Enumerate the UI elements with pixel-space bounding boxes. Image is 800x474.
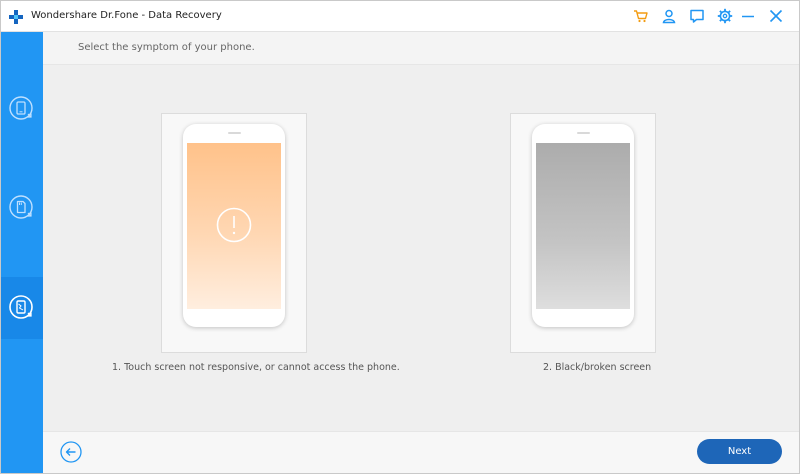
recover-broken-icon[interactable] [8,294,36,322]
feedback-icon[interactable] [689,8,705,24]
next-button[interactable]: Next [697,439,782,464]
option-touch-unresponsive[interactable] [161,113,307,353]
app-window: Wondershare Dr.Fone - Data Recovery Sele… [0,0,800,474]
footer-bar: Next [43,431,799,473]
minimize-icon[interactable] [740,8,756,24]
phone-illustration [532,124,634,327]
alert-circle-icon [216,207,252,243]
settings-icon[interactable] [717,8,733,24]
cart-icon[interactable] [633,8,649,24]
recover-device-icon[interactable] [8,95,36,123]
page-prompt: Select the symptom of your phone. [78,42,255,53]
phone-screen-orange [187,143,281,309]
option-label-2: 2. Black/broken screen [543,362,652,373]
recover-sd-icon[interactable] [8,194,36,222]
title-bar: Wondershare Dr.Fone - Data Recovery [1,1,799,32]
phone-screen-grey [536,143,630,309]
phone-illustration [183,124,285,327]
account-icon[interactable] [661,8,677,24]
phone-speaker [228,132,241,134]
sidebar [1,32,43,473]
plus-logo-icon [9,9,23,24]
close-icon[interactable] [768,8,784,24]
window-title: Wondershare Dr.Fone - Data Recovery [31,10,222,21]
arrow-left-circle-icon[interactable] [60,441,82,463]
content-header: Select the symptom of your phone. [43,32,799,65]
phone-speaker [577,132,590,134]
option-black-broken-screen[interactable] [510,113,656,353]
option-label-1: 1. Touch screen not responsive, or canno… [112,362,400,373]
